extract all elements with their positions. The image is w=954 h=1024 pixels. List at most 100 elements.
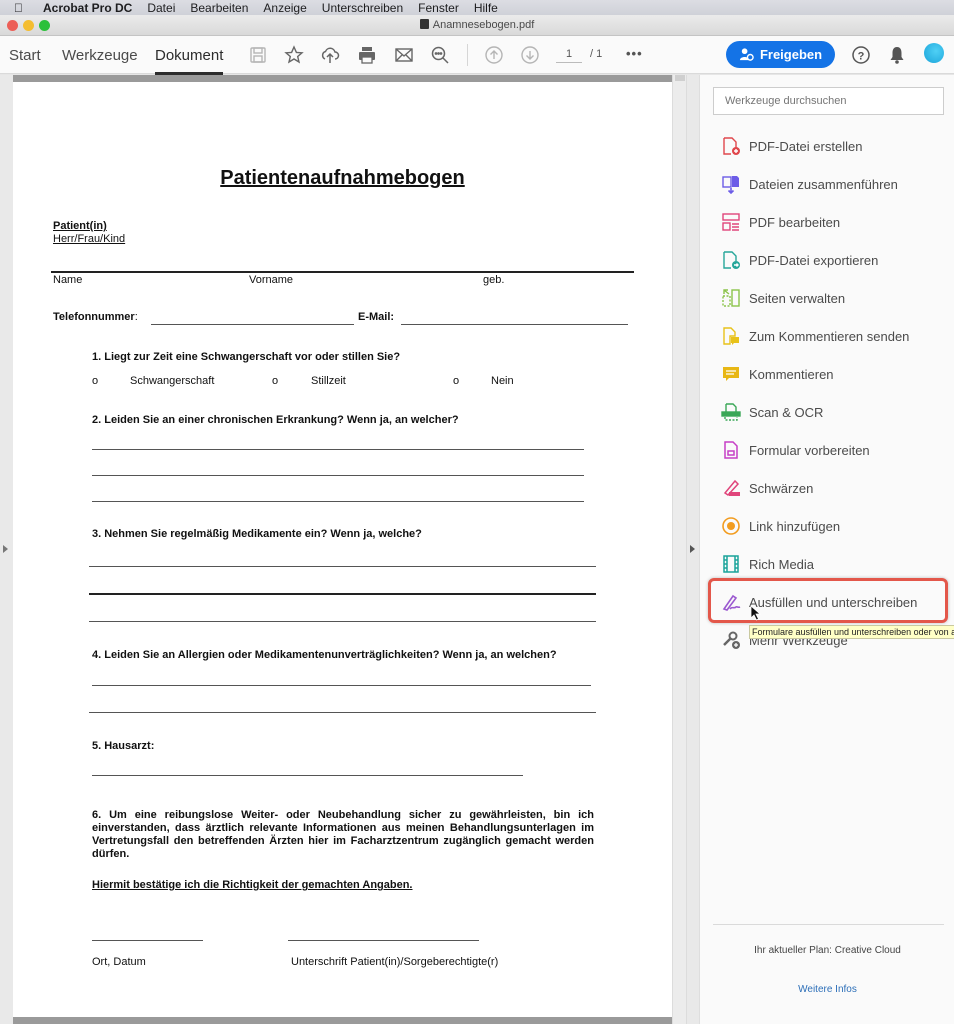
create-pdf-icon (720, 135, 742, 157)
question-4: 4. Leiden Sie an Allergien oder Medikame… (92, 649, 557, 661)
organize-pages-icon (720, 287, 742, 309)
question-1: 1. Liegt zur Zeit eine Schwangerschaft v… (92, 351, 401, 363)
answer-line (89, 621, 596, 622)
phone-colon: : (134, 311, 138, 323)
page-total: / 1 (590, 48, 603, 60)
confirmation-statement: Hiermit bestätige ich die Richtigkeit de… (92, 879, 413, 891)
panel-divider (713, 924, 944, 925)
tool-label: PDF-Datei exportieren (749, 252, 879, 268)
left-panel-rail[interactable] (0, 75, 13, 1024)
q1-option-nein: Nein (491, 375, 514, 387)
scrollbar-thumb[interactable] (675, 75, 685, 81)
phone-label: Telefonnummer: (53, 311, 138, 323)
q1-option-marker-1: o (92, 375, 99, 387)
menu-hilfe[interactable]: Hilfe (474, 1, 498, 15)
share-user-icon (739, 48, 754, 61)
tool-tooltip: Formulare ausfüllen und unterschreiben o… (749, 625, 954, 639)
tab-dokument[interactable]: Dokument (155, 47, 224, 75)
menu-datei[interactable]: Datei (147, 1, 175, 15)
print-icon[interactable] (356, 44, 378, 66)
answer-line (92, 475, 584, 476)
apple-logo-icon[interactable]:  (14, 1, 30, 15)
tool-label: Formular vorbereiten (749, 442, 870, 458)
tool-add-link[interactable]: Link hinzufügen (720, 511, 840, 541)
svg-text:?: ? (858, 51, 865, 63)
window-title-text: Anamnesebogen.pdf (432, 19, 535, 31)
mail-icon[interactable] (393, 44, 415, 66)
pdf-file-icon (419, 19, 429, 29)
macos-menubar:  Acrobat Pro DC Datei Bearbeiten Anzeig… (0, 0, 954, 15)
page-number-input[interactable]: 1 (556, 48, 582, 63)
birth-label: geb. (483, 274, 505, 286)
phone-label-text: Telefonnummer (53, 311, 135, 323)
page-down-icon[interactable] (519, 44, 541, 66)
answer-line (89, 712, 596, 713)
tool-edit-pdf[interactable]: PDF bearbeiten (720, 207, 840, 237)
patient-label: Patient(in) (53, 220, 107, 232)
help-icon[interactable]: ? (850, 44, 872, 66)
tool-comment[interactable]: Kommentieren (720, 359, 834, 389)
edit-pdf-icon (720, 211, 742, 233)
name-label: Name (53, 274, 83, 286)
menu-app-name[interactable]: Acrobat Pro DC (43, 1, 132, 15)
more-icon[interactable]: ••• (626, 46, 643, 61)
tool-scan-ocr[interactable]: Scan & OCR (720, 397, 823, 427)
document-viewer: Patientenaufnahmebogen Patient(in) Herr/… (13, 75, 672, 1024)
q1-option-marker-3: o (453, 375, 460, 387)
menu-unterschreiben[interactable]: Unterschreiben (322, 1, 403, 15)
email-label: E-Mail: (358, 311, 395, 323)
toolbar-separator (467, 44, 468, 66)
answer-line (92, 449, 584, 450)
tool-label: Rich Media (749, 556, 815, 572)
tool-send-for-comments[interactable]: Zum Kommentieren senden (720, 321, 909, 351)
export-pdf-icon (720, 249, 742, 271)
more-tools-icon (720, 629, 742, 651)
signature-label: Unterschrift Patient(in)/Sorgeberechtigt… (291, 956, 499, 968)
tool-prepare-form[interactable]: Formular vorbereiten (720, 435, 870, 465)
tool-label: Seiten verwalten (749, 290, 846, 306)
prepare-form-icon (720, 439, 742, 461)
save-icon[interactable] (247, 44, 269, 66)
answer-line (89, 593, 596, 595)
q1-option-schwangerschaft: Schwangerschaft (130, 375, 215, 387)
tool-label: Kommentieren (749, 366, 834, 382)
cloud-upload-icon[interactable] (319, 44, 341, 66)
mouse-cursor-icon (750, 605, 762, 621)
tool-combine-files[interactable]: Dateien zusammenführen (720, 169, 898, 199)
bell-icon[interactable] (886, 44, 908, 66)
bookmark-star-icon[interactable] (283, 44, 305, 66)
menu-anzeige[interactable]: Anzeige (263, 1, 306, 15)
search-zoom-icon[interactable] (429, 44, 451, 66)
tool-create-pdf[interactable]: PDF-Datei erstellen (720, 131, 862, 161)
scan-icon (720, 401, 742, 423)
tool-redact[interactable]: Schwärzen (720, 473, 813, 503)
answer-line (92, 685, 591, 686)
add-link-icon (720, 515, 742, 537)
tool-organize-pages[interactable]: Seiten verwalten (720, 283, 845, 313)
window-title: Anamnesebogen.pdf (0, 19, 954, 31)
document-title: Patientenaufnahmebogen (220, 167, 465, 189)
document-scrollbar[interactable] (672, 75, 686, 1024)
tool-rich-media[interactable]: Rich Media (720, 549, 814, 579)
share-button-label: Freigeben (759, 47, 823, 62)
place-date-label: Ort, Datum (92, 956, 146, 968)
expand-left-panel-icon[interactable] (3, 545, 8, 553)
tool-export-pdf[interactable]: PDF-Datei exportieren (720, 245, 878, 275)
share-button[interactable]: Freigeben (726, 41, 835, 68)
tools-panel: PDF-Datei erstellen Dateien zusammenführ… (699, 75, 954, 1024)
tool-label: PDF-Datei erstellen (749, 138, 863, 154)
page-up-icon[interactable] (483, 44, 505, 66)
right-panel-rail[interactable] (686, 75, 699, 1024)
tools-search-input[interactable] (713, 87, 944, 115)
menu-fenster[interactable]: Fenster (418, 1, 459, 15)
tab-start[interactable]: Start (9, 47, 41, 64)
window-titlebar: Anamnesebogen.pdf (0, 15, 954, 36)
collapse-right-panel-icon[interactable] (690, 545, 695, 553)
tab-werkzeuge[interactable]: Werkzeuge (62, 47, 138, 64)
question-2: 2. Leiden Sie an einer chronischen Erkra… (92, 414, 459, 426)
more-info-link[interactable]: Weitere Infos (700, 984, 954, 995)
user-avatar[interactable] (924, 43, 944, 63)
name-line (51, 271, 634, 273)
menu-bearbeiten[interactable]: Bearbeiten (190, 1, 248, 15)
tool-label: Zum Kommentieren senden (749, 328, 910, 344)
